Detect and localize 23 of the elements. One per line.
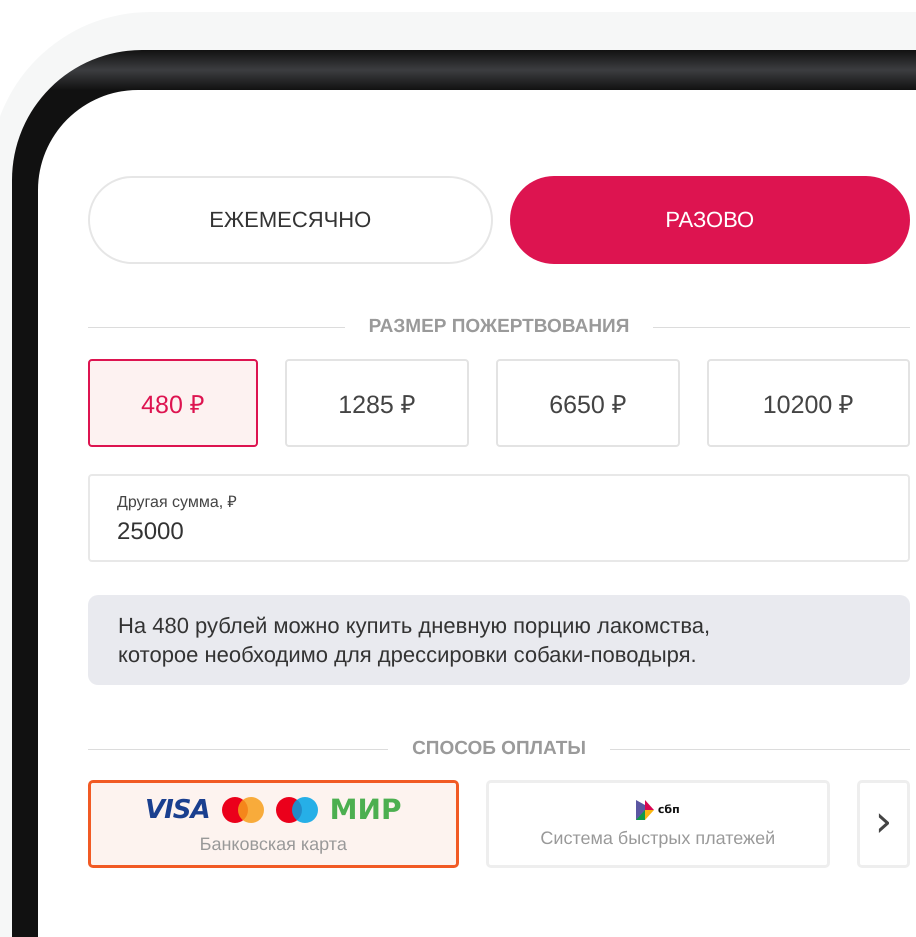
section-heading: РАЗМЕР ПОЖЕРТВОВАНИЯ: [368, 316, 630, 338]
frequency-tab[interactable]: ЕЖЕМЕСЯЧНО: [88, 176, 492, 264]
mir-logo: МИР: [330, 793, 402, 826]
field-label: Другая сумма, ₽: [117, 493, 238, 512]
payment-method-option[interactable]: VISA МИР Банковская карта: [88, 780, 459, 868]
payment-method-option[interactable]: сбп Система быстрых платежей: [486, 780, 830, 868]
payment-method-label: Банковская карта: [200, 834, 347, 855]
next-button[interactable]: ›: [857, 780, 910, 868]
amount-option[interactable]: 480 ₽: [88, 359, 258, 447]
visa-logo: VISA: [145, 794, 210, 824]
maestro-logo-icon: [276, 796, 318, 822]
sbp-logo: сбп: [658, 803, 680, 816]
frequency-tab[interactable]: РАЗОВО: [510, 176, 910, 264]
amount-option[interactable]: 1285 ₽: [285, 359, 469, 447]
mastercard-logo-icon: [222, 796, 264, 822]
amount-option[interactable]: 6650 ₽: [496, 359, 680, 447]
payment-method-label: Система быстрых платежей: [540, 828, 776, 848]
donation-info-text: На 480 рублей можно купить дневную порцию лакомства, которое необходимо для дрессировки собаки-поводыря.: [88, 595, 910, 685]
other-amount-field[interactable]: Другая сумма, ₽ 25000: [88, 474, 910, 562]
section-heading: СПОСОБ ОПЛАТЫ: [412, 738, 586, 760]
amount-input[interactable]: 25000: [117, 518, 881, 546]
amount-option[interactable]: 10200 ₽: [707, 359, 910, 447]
sbp-logo-icon: [636, 800, 654, 820]
